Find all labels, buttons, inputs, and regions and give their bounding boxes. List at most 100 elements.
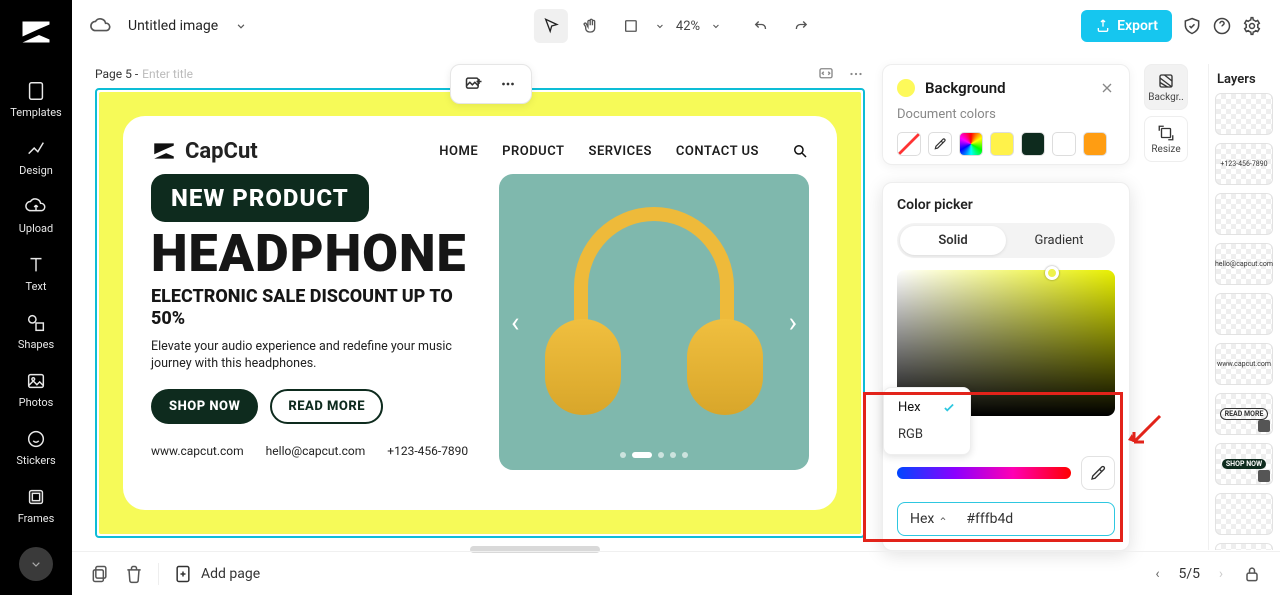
delete-page-icon[interactable] [124, 564, 144, 584]
layer-thumb[interactable] [1215, 93, 1273, 135]
swatch-orange[interactable] [1083, 132, 1107, 156]
carousel-next-icon[interactable]: › [789, 306, 797, 339]
current-bg-swatch [897, 79, 915, 97]
new-product-badge: NEW PRODUCT [151, 174, 369, 222]
swatch-eyedropper[interactable] [928, 132, 952, 156]
account-avatar[interactable] [19, 547, 53, 581]
document-title[interactable]: Untitled image [128, 18, 218, 34]
chevron-down-icon[interactable] [654, 20, 666, 32]
upload-icon [25, 196, 47, 218]
headline: HEADPHONE [151, 228, 477, 280]
eyedropper-icon [933, 137, 947, 151]
eyedropper-button[interactable] [1081, 456, 1115, 490]
layer-thumb[interactable] [1215, 543, 1273, 550]
help-icon[interactable] [1212, 16, 1232, 36]
duplicate-page-icon[interactable] [90, 564, 110, 584]
hex-input[interactable] [966, 511, 1056, 527]
read-more-button[interactable]: READ MORE [270, 389, 383, 424]
rail-photos[interactable]: Photos [0, 360, 72, 418]
background-tool[interactable]: Backgr.. [1144, 64, 1188, 110]
layer-thumb[interactable] [1215, 493, 1273, 535]
layer-thumb[interactable] [1215, 293, 1273, 335]
hex-input-field[interactable]: Hex [897, 502, 1115, 536]
swatch-darkgreen[interactable] [1021, 132, 1045, 156]
rail-upload[interactable]: Upload [0, 186, 72, 244]
carousel-prev-icon[interactable]: ‹ [511, 306, 519, 339]
nav-contact[interactable]: CONTACT US [676, 144, 759, 159]
swatch-none[interactable] [897, 132, 921, 156]
swatch-white[interactable] [1052, 132, 1076, 156]
saturation-handle[interactable] [1045, 266, 1059, 280]
shield-icon[interactable] [1182, 16, 1202, 36]
export-button[interactable]: Export [1081, 10, 1172, 42]
page-title-input[interactable]: Enter title [142, 67, 193, 81]
chevron-down-icon[interactable] [234, 19, 248, 33]
nav-services[interactable]: SERVICES [589, 144, 652, 159]
close-icon[interactable] [1099, 80, 1115, 96]
expand-icon[interactable] [817, 65, 835, 83]
promo-card: CapCut HOME PRODUCT SERVICES CONTACT US … [123, 116, 837, 510]
hand-tool[interactable] [574, 9, 608, 43]
page-background[interactable]: CapCut HOME PRODUCT SERVICES CONTACT US … [99, 92, 861, 534]
footer-phone: +123-456-7890 [387, 444, 468, 458]
layer-thumb[interactable]: hello@capcut.com [1215, 243, 1273, 285]
description: Elevate your audio experience and redefi… [151, 339, 461, 373]
layer-thumb[interactable]: +123-456-7890 [1215, 143, 1273, 185]
next-page-button[interactable]: › [1210, 563, 1232, 585]
lock-icon[interactable] [1242, 564, 1262, 584]
more-icon[interactable] [847, 65, 865, 83]
design-icon [25, 138, 47, 160]
panel-title: Background [925, 79, 1089, 97]
app-logo[interactable] [18, 14, 54, 50]
redo-button[interactable] [784, 9, 818, 43]
rail-design[interactable]: Design [0, 128, 72, 186]
image-add-button[interactable] [461, 71, 487, 97]
solid-tab[interactable]: Solid [900, 226, 1006, 255]
select-tool[interactable] [534, 9, 568, 43]
card-nav: HOME PRODUCT SERVICES CONTACT US [439, 142, 809, 160]
format-hex-option[interactable]: Hex [884, 394, 970, 421]
more-options-button[interactable] [495, 71, 521, 97]
cloud-sync-icon[interactable] [90, 15, 112, 37]
rail-stickers[interactable]: Stickers [0, 418, 72, 476]
rail-templates[interactable]: Templates [0, 70, 72, 128]
gradient-tab[interactable]: Gradient [1006, 226, 1112, 255]
check-icon [942, 401, 956, 415]
swatch-yellow[interactable] [990, 132, 1014, 156]
top-center-tools: 42% [534, 9, 818, 43]
cursor-icon [542, 17, 560, 35]
doc-color-swatches [897, 132, 1115, 156]
chevron-down-icon[interactable] [710, 20, 722, 32]
search-icon[interactable] [791, 142, 809, 160]
hue-slider[interactable] [897, 467, 1071, 479]
swatch-rainbow[interactable] [959, 132, 983, 156]
settings-icon[interactable] [1242, 16, 1262, 36]
card-footer: www.capcut.com hello@capcut.com +123-456… [151, 444, 477, 458]
nav-product[interactable]: PRODUCT [502, 144, 564, 159]
page-number-label: Page 5 - [95, 67, 138, 81]
rail-text[interactable]: Text [0, 244, 72, 302]
top-right-tools: Export [1081, 10, 1262, 42]
zoom-level[interactable]: 42% [676, 19, 700, 34]
frame-tool[interactable] [614, 9, 648, 43]
layer-thumb[interactable] [1215, 193, 1273, 235]
resize-tool[interactable]: Resize [1144, 116, 1188, 162]
footer-email: hello@capcut.com [266, 444, 366, 458]
nav-home[interactable]: HOME [439, 144, 478, 159]
hand-icon [582, 17, 600, 35]
subline: ELECTRONIC SALE DISCOUNT UP TO 50% [151, 286, 477, 329]
rail-frames[interactable]: Frames [0, 476, 72, 534]
color-picker-panel: Color picker Solid Gradient Hex RGB Hex [882, 182, 1130, 551]
layer-thumb[interactable]: www.capcut.com [1215, 343, 1273, 385]
page-frame[interactable]: CapCut HOME PRODUCT SERVICES CONTACT US … [95, 88, 865, 538]
layer-thumb[interactable]: READ MORE [1215, 393, 1273, 435]
undo-button[interactable] [744, 9, 778, 43]
add-page-button[interactable]: Add page [173, 564, 260, 584]
prev-page-button[interactable]: ‹ [1146, 563, 1168, 585]
format-rgb-option[interactable]: RGB [884, 421, 970, 448]
chevron-up-icon [938, 514, 948, 524]
rail-shapes[interactable]: Shapes [0, 302, 72, 360]
shop-now-button[interactable]: SHOP NOW [151, 389, 258, 424]
layer-thumb[interactable]: SHOP NOW [1215, 443, 1273, 485]
hex-format-label[interactable]: Hex [910, 511, 948, 527]
